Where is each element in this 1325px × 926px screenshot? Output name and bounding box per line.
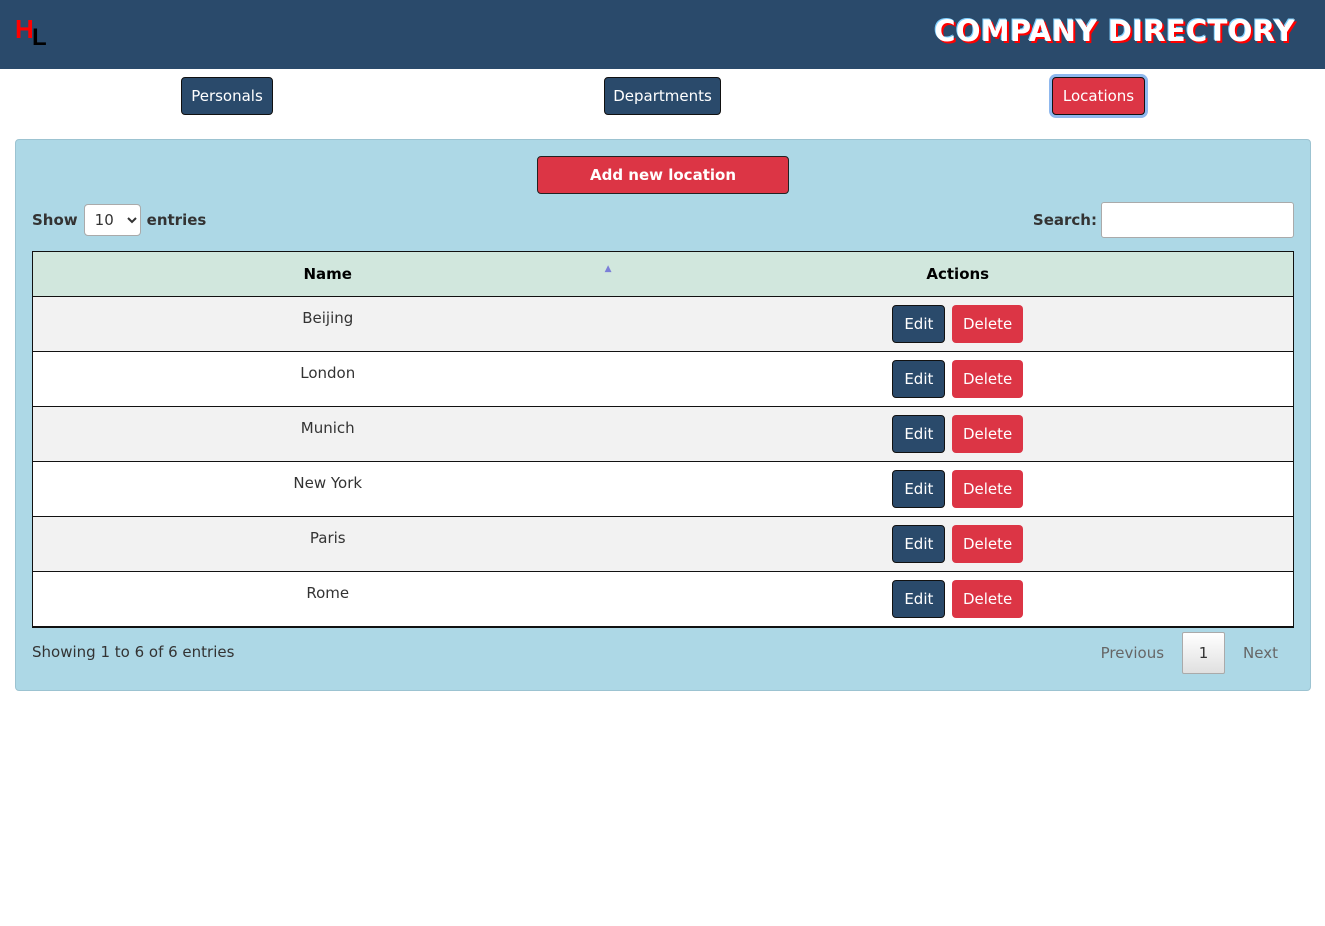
location-name: London <box>300 364 356 382</box>
row-actions: Edit Delete <box>623 462 1294 517</box>
edit-button[interactable]: Edit <box>892 415 946 453</box>
row-actions: Edit Delete <box>623 407 1294 462</box>
table-row: Munich Edit Delete <box>32 406 1294 462</box>
app-header: H L COMPANY DIRECTORY <box>0 0 1325 69</box>
previous-page-button[interactable]: Previous <box>1101 644 1182 662</box>
row-actions: Edit Delete <box>623 297 1294 352</box>
table-row: London Edit Delete <box>32 351 1294 407</box>
row-actions: Edit Delete <box>623 517 1294 572</box>
row-actions: Edit Delete <box>623 352 1294 407</box>
edit-button[interactable]: Edit <box>892 525 946 563</box>
column-header-name-label: Name <box>303 265 352 283</box>
table-row: Paris Edit Delete <box>32 516 1294 572</box>
edit-button[interactable]: Edit <box>892 580 946 618</box>
delete-button[interactable]: Delete <box>952 525 1024 563</box>
table-row: New York Edit Delete <box>32 461 1294 517</box>
page-length-select[interactable]: 10 <box>83 204 141 236</box>
nav-locations-button[interactable]: Locations <box>1052 77 1145 115</box>
locations-panel: Add new location Show 10 entries Search:… <box>15 139 1311 691</box>
locations-table: Name ▲ Actions Beijing Edit Delete Londo… <box>32 251 1294 628</box>
table-row: Rome Edit Delete <box>32 571 1294 627</box>
page-length-control: Show 10 entries <box>32 204 206 236</box>
page-title: COMPANY DIRECTORY <box>934 14 1295 48</box>
edit-button[interactable]: Edit <box>892 360 946 398</box>
delete-button[interactable]: Delete <box>952 305 1024 343</box>
delete-button[interactable]: Delete <box>952 470 1024 508</box>
delete-button[interactable]: Delete <box>952 360 1024 398</box>
delete-button[interactable]: Delete <box>952 415 1024 453</box>
nav-personals-button[interactable]: Personals <box>181 77 273 115</box>
location-name: New York <box>293 474 363 492</box>
logo-letter-h: H <box>15 14 34 44</box>
show-label: Show <box>32 211 78 229</box>
page-1-button[interactable]: 1 <box>1182 632 1226 674</box>
add-location-button[interactable]: Add new location <box>537 156 789 194</box>
table-row: Beijing Edit Delete <box>32 296 1294 352</box>
table-header-row: Name ▲ Actions <box>32 251 1294 297</box>
location-name: Paris <box>309 529 346 547</box>
edit-button[interactable]: Edit <box>892 470 946 508</box>
location-name: Rome <box>306 584 350 602</box>
table-info: Showing 1 to 6 of 6 entries <box>32 643 235 661</box>
column-header-actions: Actions <box>622 251 1294 297</box>
column-header-name[interactable]: Name ▲ <box>32 251 623 297</box>
sort-ascending-icon[interactable]: ▲ <box>605 264 612 274</box>
location-name: Munich <box>300 419 355 437</box>
search-control: Search: <box>1033 202 1294 238</box>
next-page-button[interactable]: Next <box>1225 644 1294 662</box>
logo-letter-l: L <box>32 24 47 51</box>
delete-button[interactable]: Delete <box>952 580 1024 618</box>
location-name: Beijing <box>302 309 354 327</box>
search-label: Search: <box>1032 211 1097 229</box>
pagination: Previous 1 Next <box>1101 632 1294 674</box>
logo[interactable]: H L <box>15 16 55 50</box>
search-input[interactable] <box>1101 202 1294 238</box>
entries-label: entries <box>146 211 207 229</box>
nav-departments-button[interactable]: Departments <box>604 77 721 115</box>
edit-button[interactable]: Edit <box>892 305 946 343</box>
row-actions: Edit Delete <box>623 572 1294 627</box>
